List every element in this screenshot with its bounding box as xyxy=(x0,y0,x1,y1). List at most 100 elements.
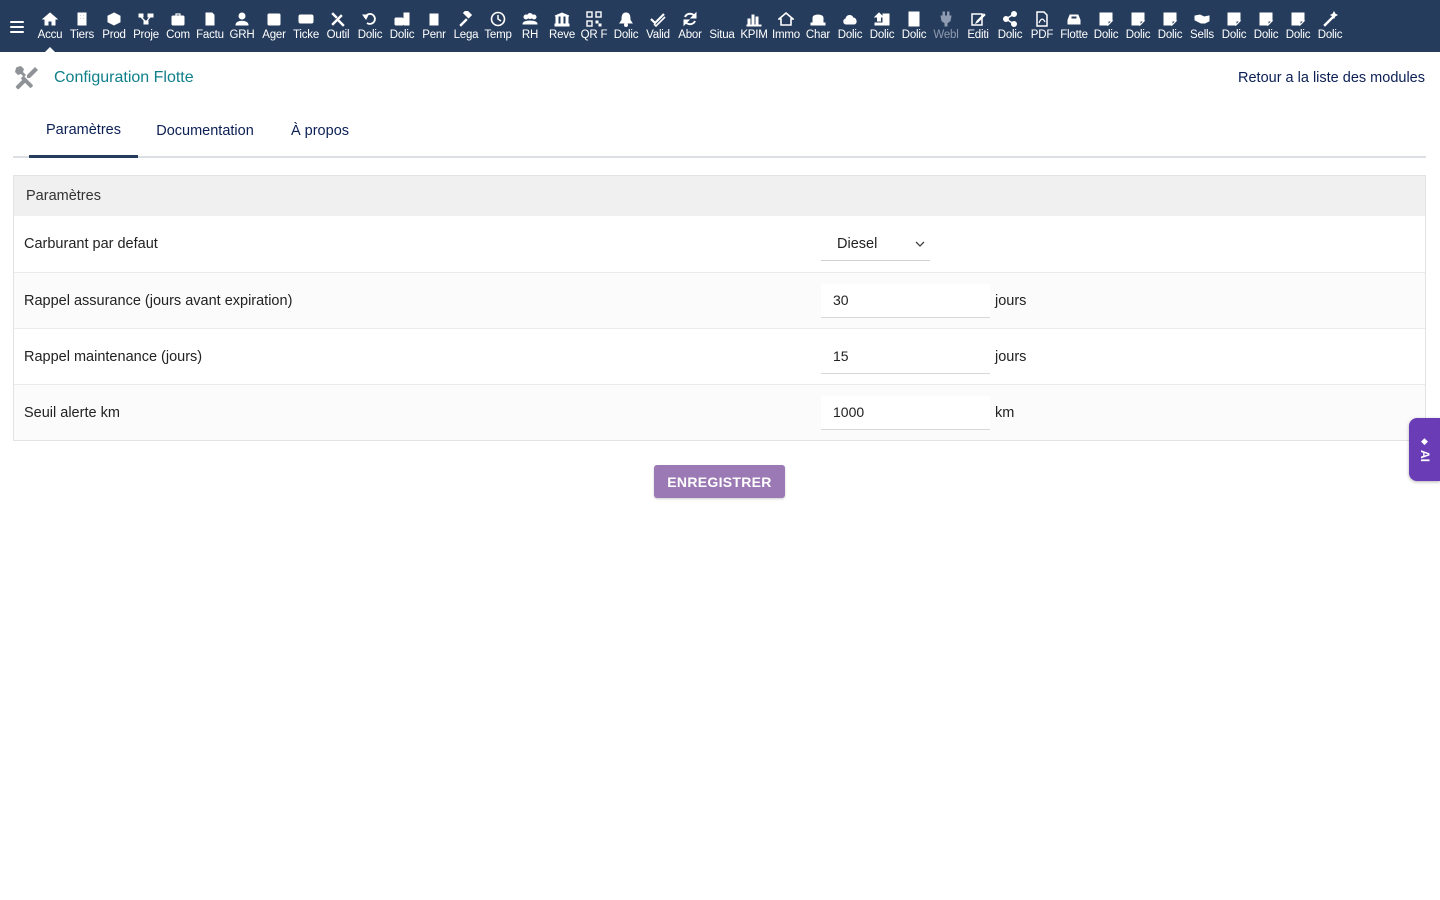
menu-item-label: Webl xyxy=(933,29,959,41)
menu-item-abor[interactable]: Abor xyxy=(674,0,706,52)
note-icon xyxy=(1097,10,1115,28)
menu-item-label: Immo xyxy=(772,29,800,41)
maintenance-label: Rappel maintenance (jours) xyxy=(24,348,203,365)
note-icon xyxy=(1289,10,1307,28)
user-icon xyxy=(233,10,251,28)
menu-item-dolic[interactable]: Dolic xyxy=(386,0,418,52)
maintenance-days-input[interactable] xyxy=(821,339,990,374)
menu-item-dolic[interactable]: Dolic xyxy=(1250,0,1282,52)
blank-icon xyxy=(713,10,731,28)
menu-item-prod[interactable]: Prod xyxy=(98,0,130,52)
menu-item-label: QR F xyxy=(580,29,608,41)
tools-icon xyxy=(329,10,347,28)
panel-title: Paramètres xyxy=(14,176,1425,216)
menu-item-dolic[interactable]: Dolic xyxy=(898,0,930,52)
menu-item-dolic[interactable]: Dolic xyxy=(1090,0,1122,52)
menu-item-ager[interactable]: Ager xyxy=(258,0,290,52)
page-header: Configuration Flotte Retour a la liste d… xyxy=(0,52,1440,104)
users-icon xyxy=(521,10,539,28)
menu-item-label: Dolic xyxy=(869,29,895,41)
ticket-icon xyxy=(297,10,315,28)
menu-item-dolic[interactable]: Dolic xyxy=(866,0,898,52)
menu-item-dolic[interactable]: Dolic xyxy=(994,0,1026,52)
menu-item-com[interactable]: Com xyxy=(162,0,194,52)
km-unit: km xyxy=(995,404,1015,421)
back-to-modules-link[interactable]: Retour a la liste des modules xyxy=(1238,70,1425,86)
menu-item-dolic[interactable]: Dolic xyxy=(1122,0,1154,52)
menu-item-flotte[interactable]: Flotte xyxy=(1058,0,1090,52)
page-title: Configuration Flotte xyxy=(54,69,194,86)
menu-item-dolic[interactable]: Dolic xyxy=(1154,0,1186,52)
maintenance-unit: jours xyxy=(995,348,1027,365)
menu-item-label: Dolic xyxy=(1093,29,1119,41)
menu-item-label: Dolic xyxy=(613,29,639,41)
hat-icon xyxy=(809,10,827,28)
menu-item-label: Flotte xyxy=(1060,29,1088,41)
menu-item-dolic[interactable]: Dolic xyxy=(1282,0,1314,52)
chevron-down-icon xyxy=(915,241,925,247)
menu-item-tiers[interactable]: Tiers xyxy=(66,0,98,52)
menu-item-label: Dolic xyxy=(389,29,415,41)
house-icon xyxy=(777,10,795,28)
ai-assistant-tab[interactable]: ◆ AI xyxy=(1409,418,1440,481)
menu-item-outil[interactable]: Outil xyxy=(322,0,354,52)
menu-item-char[interactable]: Char xyxy=(802,0,834,52)
menu-item-label: Dolic xyxy=(837,29,863,41)
menu-item-rh[interactable]: RH xyxy=(514,0,546,52)
tab-a-propos[interactable]: À propos xyxy=(272,104,368,158)
car-icon xyxy=(1065,10,1083,28)
insurance-unit: jours xyxy=(995,292,1027,309)
tab-parametres[interactable]: Paramètres xyxy=(29,104,138,158)
menu-item-label: Situa xyxy=(709,29,735,41)
menu-item-pdf[interactable]: PDF xyxy=(1026,0,1058,52)
menu-item-label: Prod xyxy=(102,29,126,41)
tools-icon xyxy=(15,66,38,90)
menu-item-grh[interactable]: GRH xyxy=(226,0,258,52)
menu-item-temp[interactable]: Temp xyxy=(482,0,514,52)
menu-item-kpim[interactable]: KPIM xyxy=(738,0,770,52)
project-icon xyxy=(137,10,155,28)
settings-row-insurance: Rappel assurance (jours avant expiration… xyxy=(14,272,1425,328)
gavel-icon xyxy=(457,10,475,28)
menu-item-valid[interactable]: Valid xyxy=(642,0,674,52)
menu-item-immo[interactable]: Immo xyxy=(770,0,802,52)
clock-icon xyxy=(489,10,507,28)
menu-item-label: Ager xyxy=(262,29,286,41)
menu-item-reve[interactable]: Reve xyxy=(546,0,578,52)
menu-item-dolic[interactable]: Dolic xyxy=(354,0,386,52)
menu-item-dolic[interactable]: Dolic xyxy=(610,0,642,52)
menu-item-ticke[interactable]: Ticke xyxy=(290,0,322,52)
menu-item-label: Com xyxy=(166,29,190,41)
menu-item-proje[interactable]: Proje xyxy=(130,0,162,52)
undo-icon xyxy=(361,10,379,28)
menu-item-webl[interactable]: Webl xyxy=(930,0,962,52)
menu-item-lega[interactable]: Lega xyxy=(450,0,482,52)
menu-item-label: Reve xyxy=(548,29,576,41)
menu-item-sells[interactable]: Sells xyxy=(1186,0,1218,52)
menu-item-qr-f[interactable]: QR F xyxy=(578,0,610,52)
note-icon xyxy=(1225,10,1243,28)
menu-item-dolic[interactable]: Dolic xyxy=(834,0,866,52)
hamburger-menu-icon[interactable] xyxy=(0,0,34,52)
fuel-select[interactable]: Diesel xyxy=(821,227,930,261)
fuel-label: Carburant par defaut xyxy=(24,236,158,252)
km-threshold-input[interactable] xyxy=(821,395,990,430)
menu-item-factu[interactable]: Factu xyxy=(194,0,226,52)
menu-item-penr[interactable]: Penr xyxy=(418,0,450,52)
insurance-days-input[interactable] xyxy=(821,283,990,318)
cloud-icon xyxy=(841,10,859,28)
document-icon xyxy=(425,10,443,28)
menu-item-label: Dolic xyxy=(1253,29,1279,41)
menu-item-label: Editi xyxy=(967,29,989,41)
insurance-label: Rappel assurance (jours avant expiration… xyxy=(24,292,293,309)
building-icon xyxy=(73,10,91,28)
menu-item-situa[interactable]: Situa xyxy=(706,0,738,52)
save-button[interactable]: ENREGISTRER xyxy=(654,465,785,498)
tab-documentation[interactable]: Documentation xyxy=(138,104,272,158)
menu-item-label: Dolic xyxy=(997,29,1023,41)
ai-tab-label: AI xyxy=(1417,450,1432,462)
menu-item-dolic[interactable]: Dolic xyxy=(1314,0,1346,52)
menu-item-editi[interactable]: Editi xyxy=(962,0,994,52)
menu-item-accu[interactable]: Accu xyxy=(34,0,66,52)
menu-item-dolic[interactable]: Dolic xyxy=(1218,0,1250,52)
